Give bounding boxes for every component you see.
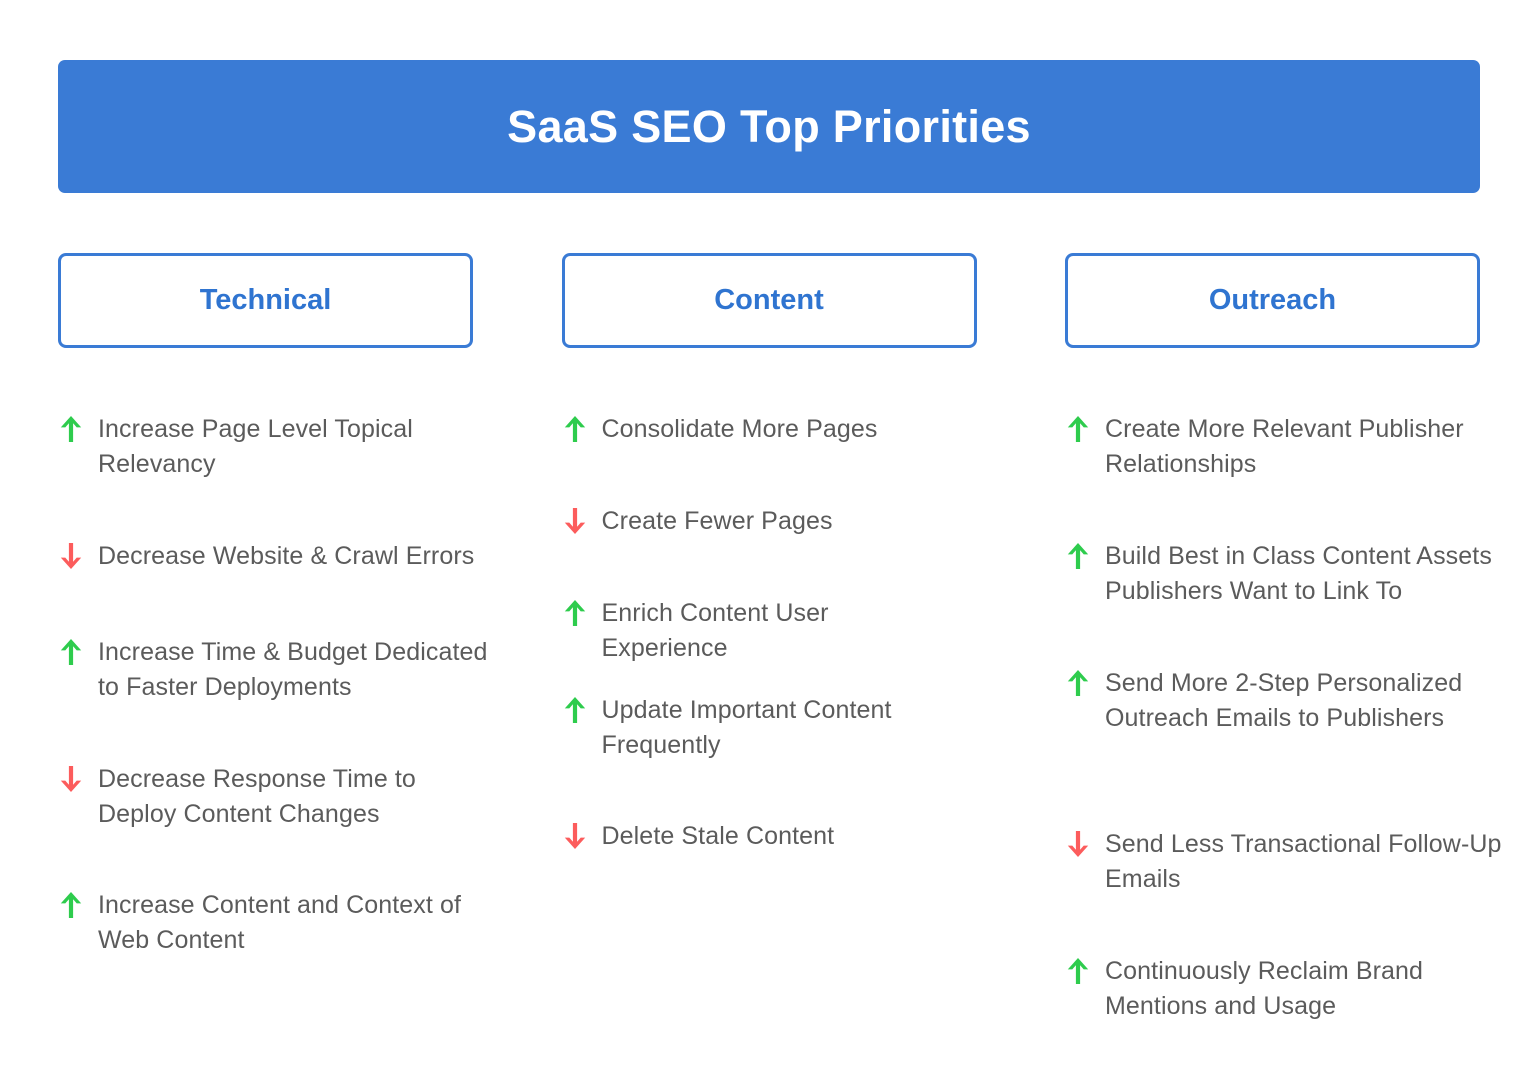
arrow-up-icon (1065, 414, 1091, 444)
priority-item-label: Increase Time & Budget Dedicated to Fast… (98, 638, 488, 701)
priority-item-label: Create More Relevant Publisher Relations… (1105, 415, 1464, 478)
priority-item: Create More Relevant Publisher Relations… (1065, 412, 1505, 482)
priority-item-label: Enrich Content User Experience (601, 599, 829, 662)
priority-item-label: Send Less Transactional Follow-Up Emails (1105, 830, 1502, 893)
priority-item: Build Best in Class Content Assets Publi… (1065, 539, 1505, 609)
column-header-technical: Technical (58, 253, 473, 348)
priority-item-label: Build Best in Class Content Assets Publi… (1105, 542, 1492, 605)
column-header-label: Technical (199, 284, 332, 316)
title-banner: SaaS SEO Top Priorities (58, 60, 1480, 193)
arrow-up-icon (1065, 541, 1091, 571)
arrow-down-icon (562, 506, 588, 536)
priority-item-label: Decrease Website & Crawl Errors (98, 542, 475, 570)
arrow-down-icon (1065, 829, 1091, 859)
column-header-label: Outreach (1208, 284, 1337, 316)
arrow-up-icon (562, 598, 588, 628)
priority-item-label: Continuously Reclaim Brand Mentions and … (1105, 957, 1424, 1020)
priority-item-label: Decrease Response Time to Deploy Content… (98, 765, 416, 828)
column-outreach: Outreach Create More Relevant Publisher … (1065, 253, 1501, 1043)
priority-item: Decrease Response Time to Deploy Content… (58, 762, 498, 832)
arrow-down-icon (562, 821, 588, 851)
column-header-outreach: Outreach (1065, 253, 1480, 348)
priority-item: Increase Time & Budget Dedicated to Fast… (58, 635, 498, 705)
priority-item-label: Create Fewer Pages (601, 507, 833, 535)
priority-item-label: Delete Stale Content (601, 822, 835, 850)
priority-item-label: Increase Content and Context of Web Cont… (98, 891, 462, 954)
arrow-up-icon (562, 695, 588, 725)
priority-item: Create Fewer Pages (562, 504, 1002, 539)
arrow-down-icon (58, 764, 84, 794)
arrow-up-icon (562, 414, 588, 444)
arrow-down-icon (58, 541, 84, 571)
priority-item: Send More 2-Step Personalized Outreach E… (1065, 666, 1505, 736)
priority-item: Enrich Content User Experience (562, 596, 1002, 666)
priority-item: Consolidate More Pages (562, 412, 1002, 447)
priority-item-label: Consolidate More Pages (601, 415, 878, 443)
priority-item: Update Important Content Frequently (562, 693, 1002, 763)
arrow-up-icon (58, 890, 84, 920)
column-technical: Technical Increase Page Level Topical Re… (58, 253, 487, 1043)
priority-item: Increase Page Level Topical Relevancy (58, 412, 498, 482)
priority-item: Send Less Transactional Follow-Up Emails (1065, 827, 1505, 897)
priority-item: Delete Stale Content (562, 819, 1002, 854)
arrow-up-icon (1065, 956, 1091, 986)
page-title: SaaS SEO Top Priorities (507, 101, 1031, 152)
priority-item-label: Update Important Content Frequently (601, 696, 892, 759)
priority-item: Increase Content and Context of Web Cont… (58, 888, 498, 958)
priority-item-label: Increase Page Level Topical Relevancy (98, 415, 413, 478)
priority-item: Continuously Reclaim Brand Mentions and … (1065, 954, 1505, 1024)
column-header-label: Content (714, 284, 824, 316)
column-content: Content Consolidate More Pages Create Few… (561, 253, 977, 1043)
priority-item: Decrease Website & Crawl Errors (58, 539, 498, 574)
column-header-content: Content (561, 253, 977, 348)
infographic-canvas: SaaS SEO Top Priorities Technical Increa… (0, 0, 1536, 1071)
arrow-up-icon (58, 414, 84, 444)
arrow-up-icon (1065, 668, 1091, 698)
priority-item-label: Send More 2-Step Personalized Outreach E… (1105, 669, 1463, 732)
priority-columns: Technical Increase Page Level Topical Re… (58, 253, 1501, 1043)
arrow-up-icon (58, 637, 84, 667)
